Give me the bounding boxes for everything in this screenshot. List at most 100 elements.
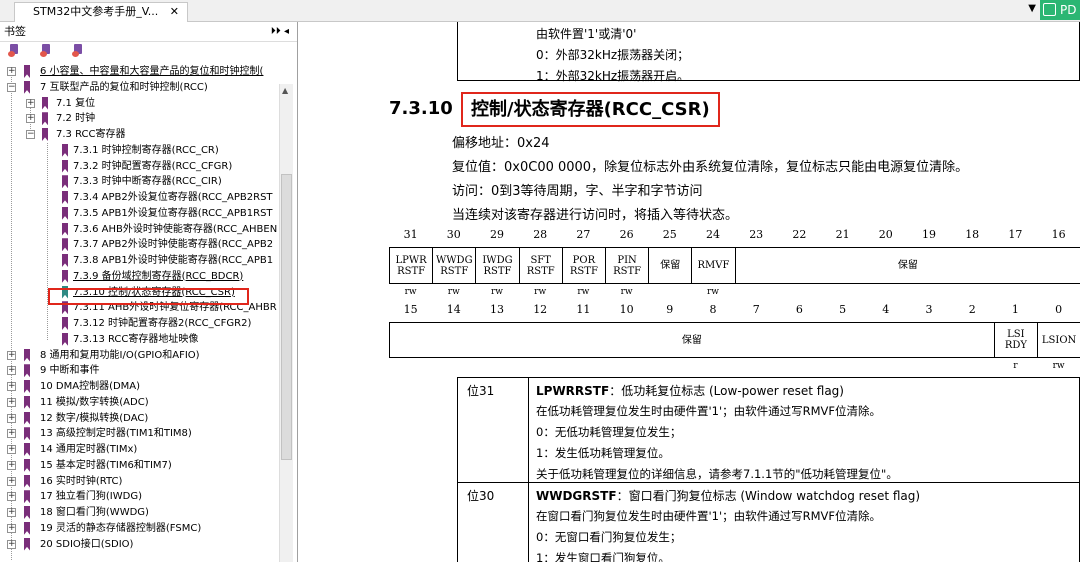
scrollbar-thumb[interactable] xyxy=(281,174,292,460)
sidebar-item[interactable]: 7.3.2 时钟配置寄存器(RCC_CFGR) xyxy=(0,159,278,174)
expand-icon[interactable]: + xyxy=(7,67,16,76)
bookmark-icon xyxy=(42,112,48,126)
sidebar-item[interactable]: +9 中断和事件 xyxy=(0,363,278,378)
expand-icon[interactable]: + xyxy=(7,429,16,439)
pdf-tool-button[interactable]: PD xyxy=(1040,0,1080,20)
sidebar-item[interactable]: +17 独立看门狗(IWDG) xyxy=(0,489,278,504)
expand-icon[interactable]: + xyxy=(7,460,16,470)
selected-bookmark-highlight xyxy=(48,288,249,305)
sidebar-item-label: 7.3.1 时钟控制寄存器(RCC_CR) xyxy=(73,144,219,156)
expand-icon[interactable]: + xyxy=(7,445,16,454)
access-type: rw xyxy=(620,287,633,297)
sidebar-item[interactable]: +14 通用定时器(TIMx) xyxy=(0,442,278,457)
bit-number: 11 xyxy=(576,303,591,316)
sidebar-item[interactable]: +12 数字/模拟转换(DAC) xyxy=(0,411,278,426)
sidebar-item-label: 7.1 复位 xyxy=(56,97,96,109)
register-field: LPWR RSTF xyxy=(389,247,434,284)
sidebar-item[interactable]: 7.3.3 时钟中断寄存器(RCC_CIR) xyxy=(0,174,278,189)
sidebar-item[interactable]: +8 通用和复用功能I/O(GPIO和AFIO) xyxy=(0,348,278,363)
expand-icon[interactable]: + xyxy=(7,492,16,502)
sidebar-item[interactable]: +6 小容量、中容量和大容量产品的复位和时钟控制( xyxy=(0,64,278,79)
expand-icon[interactable]: + xyxy=(7,476,16,486)
collapse-icon[interactable]: − xyxy=(7,82,16,92)
access-type: rw xyxy=(577,287,590,297)
bit-number: 23 xyxy=(749,228,764,241)
sidebar-item[interactable]: +20 SDIO接口(SDIO) xyxy=(0,537,278,552)
expand-icon[interactable]: + xyxy=(7,382,16,391)
reset-value: 复位值：0x0C00 0000，除复位标志外由系统复位清除，复位标志只能由电源复… xyxy=(452,160,969,175)
bookmark-scrollbar[interactable]: ▲ ▼ xyxy=(279,84,293,562)
sidebar-item[interactable]: +15 基本定时器(TIM6和TIM7) xyxy=(0,458,278,473)
expand-icon[interactable]: + xyxy=(7,508,16,517)
sidebar-item[interactable]: +18 窗口看门狗(WWDG) xyxy=(0,505,278,520)
bit-number: 7 xyxy=(752,303,760,316)
sidebar-item[interactable]: 7.3.13 RCC寄存器地址映像 xyxy=(0,332,278,347)
sidebar-item[interactable]: 7.3.5 APB1外设复位寄存器(RCC_APB1RST xyxy=(0,206,278,221)
scroll-up-icon[interactable]: ▲ xyxy=(282,86,288,95)
expand-icon[interactable]: + xyxy=(7,413,16,423)
sidebar-item-label: 19 灵活的静态存储器控制器(FSMC) xyxy=(40,522,202,534)
collapse-icon[interactable]: − xyxy=(26,130,35,139)
sidebar-item-label: 14 通用定时器(TIMx) xyxy=(40,444,138,455)
sidebar-item[interactable]: +7.1 复位 xyxy=(0,96,278,111)
bookmark-icon xyxy=(24,395,30,409)
document-tab[interactable]: STM32中文参考手册_V... ✕ xyxy=(14,2,188,22)
bit-field-name: LPWRRSTF xyxy=(536,384,610,398)
tab-dropdown-icon[interactable]: ▼ xyxy=(1028,3,1036,14)
field-name: 保留 xyxy=(897,260,918,271)
add-bookmark-icon[interactable] xyxy=(40,44,53,57)
bookmark-panel-title: 书签 xyxy=(4,25,26,38)
register-field: IWDG RSTF xyxy=(475,247,520,284)
sidebar-item[interactable]: +10 DMA控制器(DMA) xyxy=(0,379,278,394)
bookmark-icon xyxy=(24,380,30,393)
bookmark-icon xyxy=(24,65,30,78)
bookmark-icon xyxy=(62,159,68,173)
expand-icon[interactable]: + xyxy=(26,98,35,108)
section-number: 7.3.10 xyxy=(389,98,453,119)
sidebar-item[interactable]: 7.3.7 APB2外设时钟使能寄存器(RCC_APB2 xyxy=(0,237,278,252)
close-tab-icon[interactable]: ✕ xyxy=(170,3,179,21)
sidebar-item[interactable]: +13 高级控制定时器(TIM1和TIM8) xyxy=(0,426,278,441)
bit-description-line: 1：发生低功耗管理复位。 xyxy=(536,446,670,460)
sidebar-item[interactable]: +11 模拟/数字转换(ADC) xyxy=(0,395,278,410)
expand-icon[interactable]: + xyxy=(26,114,35,124)
bit-number: 2 xyxy=(968,303,976,316)
section-title: 控制/状态寄存器(RCC_CSR) xyxy=(461,92,720,127)
expand-icon[interactable]: + xyxy=(7,523,16,533)
sidebar-item[interactable]: − 7 互联型产品的复位和时钟控制(RCC) xyxy=(0,80,278,95)
sidebar-item[interactable]: 7.3.8 APB1外设时钟使能寄存器(RCC_APB1 xyxy=(0,253,278,268)
bookmark-toolbar xyxy=(0,42,297,60)
panel-controls-icon[interactable]: ⏵⏵ ◂ xyxy=(271,22,289,42)
sidebar-item[interactable]: +7.2 时钟 xyxy=(0,111,278,126)
expand-icon[interactable]: + xyxy=(7,366,16,376)
bit-description-line: 在窗口看门狗复位发生时由硬件置'1'；由软件通过写RMVF位清除。 xyxy=(536,509,882,523)
table-column-divider xyxy=(528,377,529,562)
bookmark-icon xyxy=(24,443,30,456)
expand-icon[interactable]: + xyxy=(7,350,16,360)
sidebar-item[interactable]: 7.3.6 AHB外设时钟使能寄存器(RCC_AHBEN xyxy=(0,222,278,237)
bookmark-icon xyxy=(24,364,30,378)
sidebar-item[interactable]: 7.3.4 APB2外设复位寄存器(RCC_APB2RST xyxy=(0,190,278,205)
field-name-suffix: RDY xyxy=(1004,340,1027,351)
sidebar-item[interactable]: 7.3.12 时钟配置寄存器2(RCC_CFGR2) xyxy=(0,316,278,331)
bit-number: 29 xyxy=(490,228,504,241)
sidebar-item[interactable]: 7.3.1 时钟控制寄存器(RCC_CR) xyxy=(0,143,278,158)
expand-bookmark-icon[interactable] xyxy=(8,44,21,57)
sidebar-item[interactable]: − 7.3 RCC寄存器 xyxy=(0,127,278,142)
sidebar-item-label: 7.3.4 APB2外设复位寄存器(RCC_APB2RST xyxy=(73,192,273,203)
bookmark-icon xyxy=(62,191,68,204)
sidebar-item[interactable]: +19 灵活的静态存储器控制器(FSMC) xyxy=(0,521,278,536)
register-field: 保留 xyxy=(389,322,995,358)
bit-number: 26 xyxy=(619,228,634,241)
register-field: PIN RSTF xyxy=(605,247,650,284)
expand-icon[interactable]: + xyxy=(7,539,16,549)
expand-icon[interactable]: + xyxy=(7,397,16,407)
register-field: 保留 xyxy=(734,247,1080,284)
sidebar-item-label: 11 模拟/数字转换(ADC) xyxy=(40,396,149,408)
sidebar-item[interactable]: +16 实时时钟(RTC) xyxy=(0,474,278,489)
find-bookmark-icon[interactable] xyxy=(72,44,85,57)
field-name-suffix: RSTF xyxy=(526,265,555,277)
sidebar-item[interactable]: 7.3.9 备份域控制寄存器(RCC_BDCR) xyxy=(0,269,278,284)
field-name: PIN xyxy=(617,254,637,266)
access-type: rw xyxy=(447,287,460,297)
